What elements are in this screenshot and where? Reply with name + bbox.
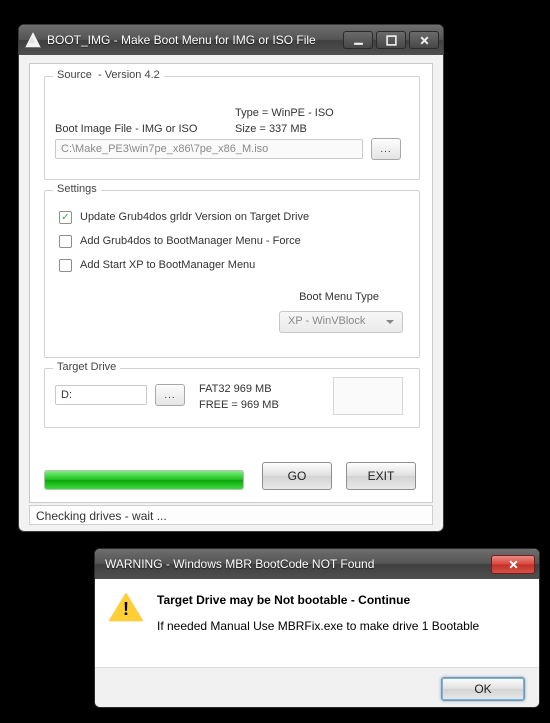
bootmenu-type-label: Boot Menu Type [299, 291, 379, 303]
dialog-line2: If needed Manual Use MBRFix.exe to make … [157, 619, 521, 633]
maximize-button[interactable] [376, 31, 406, 49]
file-path-input[interactable]: C:\Make_PE3\win7pe_x86\7pe_x86_M.iso [55, 139, 363, 159]
target-legend: Target Drive [53, 361, 120, 373]
target-drive-input[interactable]: D: [55, 385, 147, 405]
progress-fill [45, 471, 243, 489]
source-version: - Version 4.2 [98, 69, 160, 81]
target-free-line: FREE = 969 MB [199, 399, 279, 411]
target-fs-line: FAT32 969 MB [199, 383, 272, 395]
ok-button[interactable]: OK [441, 677, 525, 701]
main-titlebar[interactable]: BOOT_IMG - Make Boot Menu for IMG or ISO… [19, 25, 443, 55]
minimize-button[interactable] [343, 31, 373, 49]
browse-source-button[interactable]: ... [371, 138, 401, 160]
exit-button[interactable]: EXIT [346, 462, 416, 490]
dialog-footer: OK [95, 667, 539, 707]
client-area: Source - Version 4.2 Type = WinPE - ISO … [29, 63, 433, 503]
status-bar: Checking drives - wait ... [29, 505, 433, 525]
dialog-body: ! Target Drive may be Not bootable - Con… [95, 579, 539, 667]
warning-icon: ! [109, 593, 143, 623]
dialog-close-button[interactable] [491, 555, 535, 574]
settings-legend: Settings [53, 183, 101, 195]
bootmenu-type-select[interactable]: XP - WinVBlock [279, 311, 403, 333]
checkbox-label: Add Grub4dos to BootManager Menu - Force [80, 235, 301, 247]
progress-bar [44, 470, 244, 490]
dialog-titlebar[interactable]: WARNING - Windows MBR BootCode NOT Found [95, 549, 539, 579]
warning-dialog: WARNING - Windows MBR BootCode NOT Found… [94, 548, 540, 708]
size-label: Size = 337 MB [235, 123, 307, 135]
group-source: Source - Version 4.2 Type = WinPE - ISO … [44, 76, 420, 180]
group-target: Target Drive D: ... FAT32 969 MB FREE = … [44, 368, 420, 428]
checkbox-update-grldr[interactable]: ✓ [59, 211, 72, 224]
close-button[interactable] [409, 31, 439, 49]
checkbox-label: Update Grub4dos grldr Version on Target … [80, 211, 309, 223]
go-button[interactable]: GO [262, 462, 332, 490]
checkbox-add-grub4dos[interactable] [59, 235, 72, 248]
blank-panel [333, 377, 403, 415]
source-legend: Source [57, 69, 92, 81]
type-label: Type = WinPE - ISO [235, 107, 334, 119]
file-label: Boot Image File - IMG or ISO [55, 123, 197, 135]
group-settings: Settings ✓ Update Grub4dos grldr Version… [44, 190, 420, 358]
window-title: BOOT_IMG - Make Boot Menu for IMG or ISO… [47, 33, 343, 47]
dialog-title: WARNING - Windows MBR BootCode NOT Found [101, 557, 491, 571]
main-window: BOOT_IMG - Make Boot Menu for IMG or ISO… [18, 24, 444, 532]
checkbox-add-startxp[interactable] [59, 259, 72, 272]
checkbox-label: Add Start XP to BootManager Menu [80, 259, 255, 271]
browse-target-button[interactable]: ... [155, 384, 185, 406]
dialog-line1: Target Drive may be Not bootable - Conti… [157, 593, 521, 607]
app-icon [25, 32, 41, 48]
